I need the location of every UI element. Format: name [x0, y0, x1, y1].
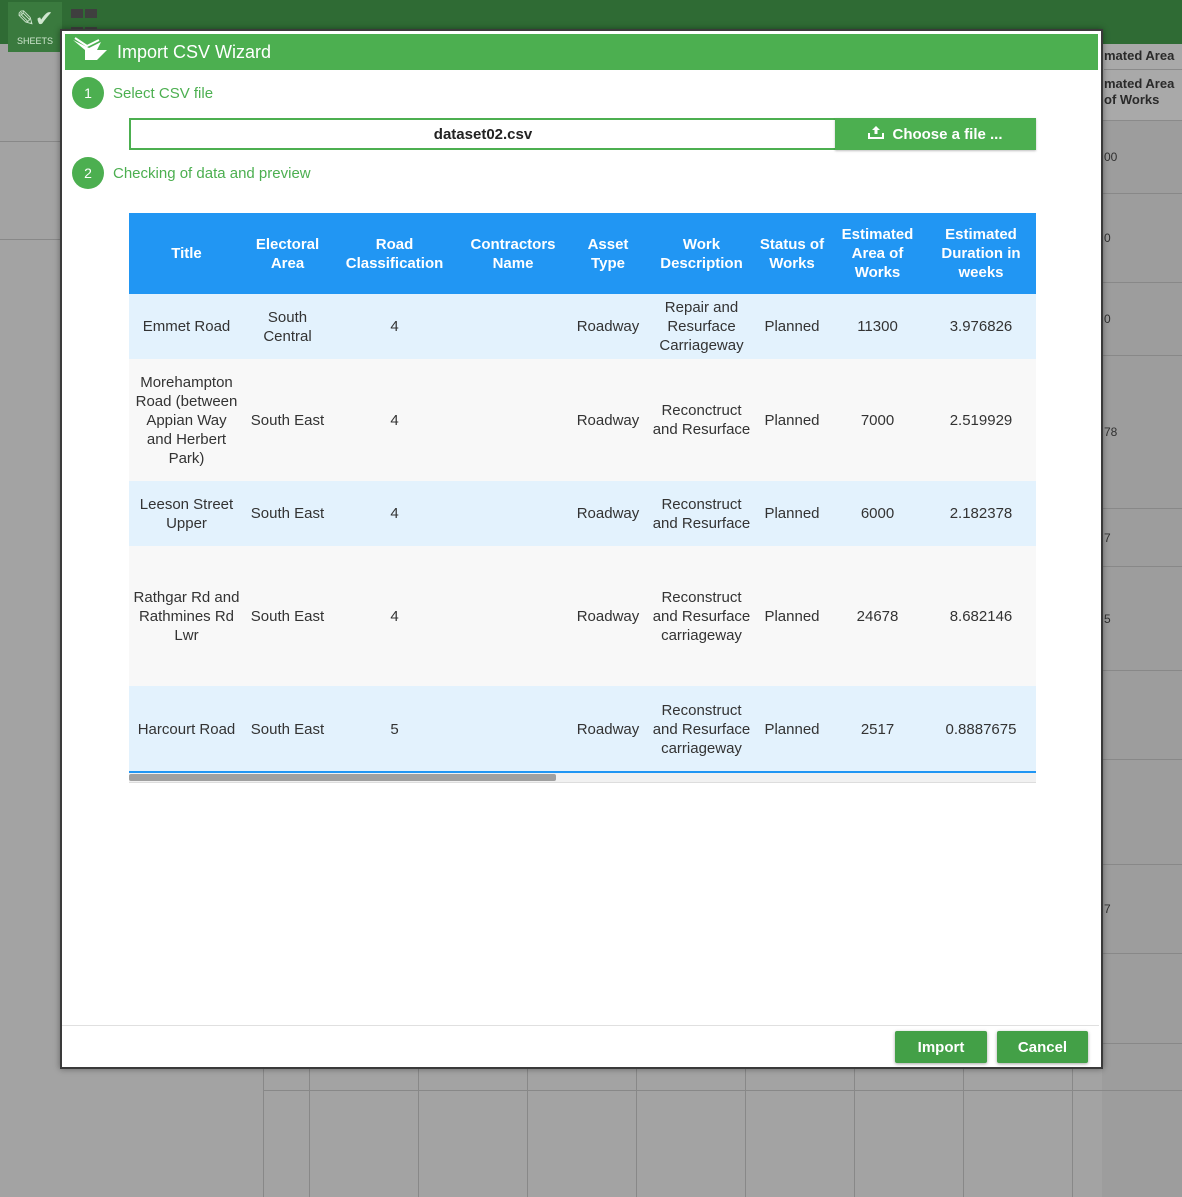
step-number: 2 — [72, 157, 104, 189]
background-cell: 00 — [1102, 121, 1182, 194]
cell-road-classification: 4 — [390, 505, 399, 522]
cell-electoral-area: South East — [250, 720, 325, 738]
column-header-electoral-area: Electoral Area — [244, 213, 331, 294]
cell-title: Morehampton Road (between Appian Way and… — [135, 373, 238, 467]
background-cell — [1102, 954, 1182, 1044]
column-header-road-classification: Road Classification — [331, 213, 458, 294]
cell-electoral-area: South East — [250, 505, 325, 522]
background-cell: 5 — [1102, 567, 1182, 671]
cell-estimated-duration: 0.8887675 — [945, 720, 1017, 738]
cell-electoral-area: South East — [250, 411, 325, 429]
dialog-title: Import CSV Wizard — [117, 41, 272, 62]
step-number: 1 — [72, 77, 104, 109]
cell-road-classification: 4 — [390, 318, 399, 335]
cell-electoral-area: South Central — [263, 308, 312, 345]
cell-estimated-duration: 2.519929 — [949, 411, 1013, 429]
cell-work-description: Reconstruct and Resurface carriageway — [652, 701, 751, 757]
background-cell: 0 — [1102, 283, 1182, 356]
cell-status-of-works: Planned — [764, 720, 820, 738]
step-check-data: 2 Checking of data and preview — [72, 157, 311, 189]
cell-work-description: Reconstruct and Resurface — [652, 495, 751, 532]
preview-table-container[interactable]: Title Electoral Area Road Classification… — [129, 213, 1036, 783]
right-header-line2: mated Area of Works — [1104, 76, 1175, 107]
cell-asset-type: Roadway — [576, 720, 640, 738]
background-cell: 7 — [1102, 509, 1182, 567]
dialog-footer-divider — [62, 1025, 1099, 1026]
choose-file-button[interactable]: Choose a file ... — [835, 118, 1036, 150]
background-right-column: mated Area mated Area of Works 00 0 0 78 7 5 7 — [1102, 44, 1182, 1197]
cancel-button[interactable]: Cancel — [997, 1031, 1088, 1063]
cell-title: Harcourt Road — [137, 720, 236, 738]
cell-status-of-works: Planned — [764, 505, 820, 522]
column-header-asset-type: Asset Type — [568, 213, 648, 294]
sheets-icon: ✎✔ — [16, 6, 54, 31]
cell-contractors-name — [458, 294, 568, 359]
cell-work-description: Repair and Resurface Carriageway — [659, 299, 744, 354]
cell-estimated-duration: 3.976826 — [949, 318, 1013, 335]
cell-road-classification: 4 — [390, 607, 399, 625]
dialog-header: Import CSV Wizard — [65, 34, 1098, 70]
cell-title: Leeson Street Upper — [139, 495, 234, 532]
column-header-estimated-area: Estimated Area of Works — [829, 213, 926, 294]
import-button[interactable]: Import — [895, 1031, 987, 1063]
import-csv-dialog: Import CSV Wizard 1 Select CSV file data… — [60, 29, 1103, 1069]
column-header-contractors-name: Contractors Name — [458, 213, 568, 294]
column-header-estimated-duration: Estimated Duration in weeks — [926, 213, 1036, 294]
step-label: Checking of data and preview — [113, 164, 311, 182]
file-name-field[interactable]: dataset02.csv — [129, 118, 835, 150]
cell-status-of-works: Planned — [764, 607, 820, 625]
preview-table: Title Electoral Area Road Classification… — [129, 213, 1036, 772]
table-row: Rathgar Rd and Rathmines Rd Lwr South Eas… — [129, 546, 1036, 686]
table-row: Harcourt Road South East 5 Roadway Reconstru… — [129, 686, 1036, 772]
file-chooser: dataset02.csv Choose a file ... — [129, 118, 1036, 150]
table-row: Morehampton Road (between Appian Way and… — [129, 359, 1036, 481]
table-row: Leeson Street Upper South East 4 Roadway Rec… — [129, 481, 1036, 546]
cell-work-description: Reconctruct and Resurface — [652, 402, 751, 438]
cell-road-classification: 4 — [390, 411, 399, 429]
cell-status-of-works: Planned — [764, 411, 820, 429]
background-cell: 7 — [1102, 865, 1182, 954]
background-cell — [1102, 760, 1182, 865]
cell-estimated-duration: 8.682146 — [949, 607, 1013, 625]
cell-contractors-name — [458, 546, 568, 686]
cell-estimated-area: 7000 — [860, 411, 895, 429]
wizard-logo-icon — [71, 34, 111, 70]
cell-title: Rathgar Rd and Rathmines Rd Lwr — [133, 588, 240, 644]
background-cell — [1102, 671, 1182, 760]
cell-contractors-name — [458, 359, 568, 481]
column-header-title: Title — [129, 213, 244, 294]
cell-status-of-works: Planned — [764, 318, 820, 335]
cell-contractors-name — [458, 481, 568, 546]
cell-estimated-area: 2517 — [860, 720, 895, 738]
cell-electoral-area: South East — [250, 607, 325, 625]
upload-icon — [868, 125, 885, 143]
cell-road-classification: 5 — [390, 720, 399, 738]
cell-estimated-area: 6000 — [860, 505, 895, 522]
background-bottom-grid — [0, 1068, 1182, 1197]
table-header-row: Title Electoral Area Road Classification… — [129, 213, 1036, 294]
cell-estimated-area: 24678 — [856, 607, 899, 625]
cell-asset-type: Roadway — [576, 411, 640, 429]
horizontal-scrollbar[interactable] — [129, 773, 1036, 782]
cell-asset-type: Roadway — [576, 607, 640, 625]
step-select-file: 1 Select CSV file — [72, 77, 213, 109]
right-header-line1: mated Area — [1104, 48, 1182, 70]
cell-asset-type: Roadway — [576, 505, 640, 522]
cell-asset-type: Roadway — [576, 318, 640, 335]
cell-title: Emmet Road — [142, 318, 231, 335]
cell-estimated-duration: 2.182378 — [949, 505, 1013, 522]
background-left-column — [0, 44, 60, 1197]
choose-file-label: Choose a file ... — [892, 125, 1003, 143]
column-header-work-description: Work Description — [648, 213, 755, 294]
scrollbar-thumb[interactable] — [129, 774, 556, 781]
background-cell: 0 — [1102, 194, 1182, 283]
step-label: Select CSV file — [113, 84, 214, 102]
table-row: Emmet Road South Central 4 Roadway Repair an… — [129, 294, 1036, 359]
column-header-status-of-works: Status of Works — [755, 213, 829, 294]
background-cell: 78 — [1102, 356, 1182, 509]
cell-contractors-name — [458, 686, 568, 772]
cell-work-description: Reconstruct and Resurface carriageway — [652, 588, 751, 644]
right-column-header: mated Area mated Area of Works — [1102, 44, 1182, 121]
cell-estimated-area: 11300 — [857, 318, 898, 335]
